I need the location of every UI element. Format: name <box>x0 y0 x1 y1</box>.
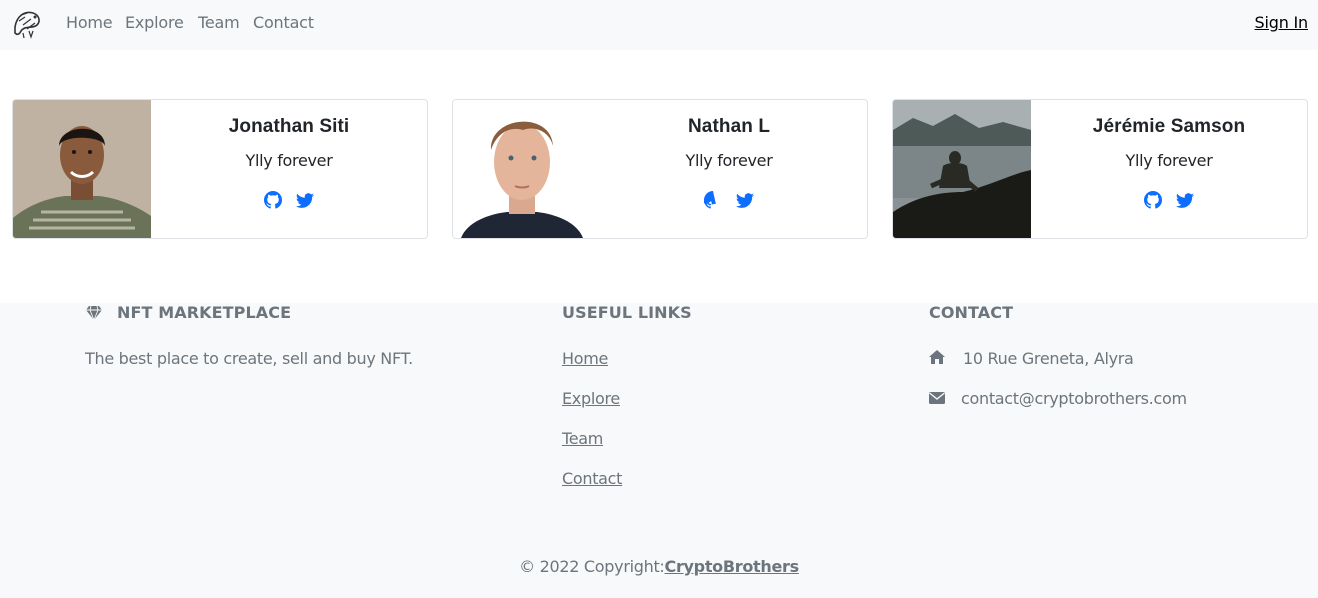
navbar: Home Explore Team Contact Sign In <box>0 0 1318 50</box>
team-card-body: Jérémie Samson Ylly forever <box>1031 100 1307 238</box>
footer-link-home[interactable]: Home <box>562 349 608 368</box>
team-member-tagline: Ylly forever <box>685 151 773 170</box>
team-card-body: Nathan L Ylly forever <box>591 100 867 238</box>
contact-email: contact@cryptobrothers.com <box>961 389 1187 408</box>
contact-address: 10 Rue Greneta, Alyra <box>963 349 1134 368</box>
team-member-name: Nathan L <box>687 116 771 137</box>
gem-icon <box>85 305 103 322</box>
twitter-icon[interactable] <box>296 191 314 209</box>
team-card-body: Jonathan Siti Ylly forever <box>151 100 427 238</box>
footer-link-team[interactable]: Team <box>562 429 603 448</box>
social-links <box>151 191 427 209</box>
team-member-name: Jonathan Siti <box>228 116 350 137</box>
twitter-icon[interactable] <box>736 191 754 209</box>
contact-heading: CONTACT <box>929 303 1014 322</box>
team-member-tagline: Ylly forever <box>1125 151 1213 170</box>
home-icon <box>928 349 946 365</box>
team-photo <box>13 100 151 238</box>
useful-links-heading: USEFUL LINKS <box>562 303 692 322</box>
brand-heading: NFT MARKETPLACE <box>117 303 292 322</box>
brand-description: The best place to create, sell and buy N… <box>85 349 413 368</box>
team-member-tagline: Ylly forever <box>245 151 333 170</box>
nav-link-explore[interactable]: Explore <box>125 13 184 32</box>
footer-link-explore[interactable]: Explore <box>562 389 620 408</box>
footer: NFT MARKETPLACE The best place to create… <box>0 303 1318 598</box>
social-links <box>591 191 867 209</box>
team-card: Jérémie Samson Ylly forever <box>892 99 1308 239</box>
team-member-name: Jérémie Samson <box>1092 116 1246 137</box>
nav-link-contact[interactable]: Contact <box>253 13 314 32</box>
footer-link-contact[interactable]: Contact <box>562 469 622 488</box>
team-photo <box>893 100 1031 238</box>
github-icon[interactable] <box>702 191 722 209</box>
team-card: Jonathan Siti Ylly forever <box>12 99 428 239</box>
envelope-icon <box>928 390 946 406</box>
nav-link-home[interactable]: Home <box>66 13 113 32</box>
team-photo <box>453 100 591 238</box>
brand-logo[interactable] <box>11 7 43 39</box>
copyright-text: © 2022 Copyright: <box>519 557 665 576</box>
copyright: © 2022 Copyright:CryptoBrothers <box>0 557 1318 576</box>
nav-link-team[interactable]: Team <box>198 13 240 32</box>
team-card: Nathan L Ylly forever <box>452 99 868 239</box>
github-icon[interactable] <box>1144 191 1162 209</box>
copyright-brand-link[interactable]: CryptoBrothers <box>665 557 800 576</box>
github-icon[interactable] <box>264 191 282 209</box>
social-links <box>1031 191 1307 209</box>
twitter-icon[interactable] <box>1176 191 1194 209</box>
sign-in-link[interactable]: Sign In <box>1255 13 1309 32</box>
